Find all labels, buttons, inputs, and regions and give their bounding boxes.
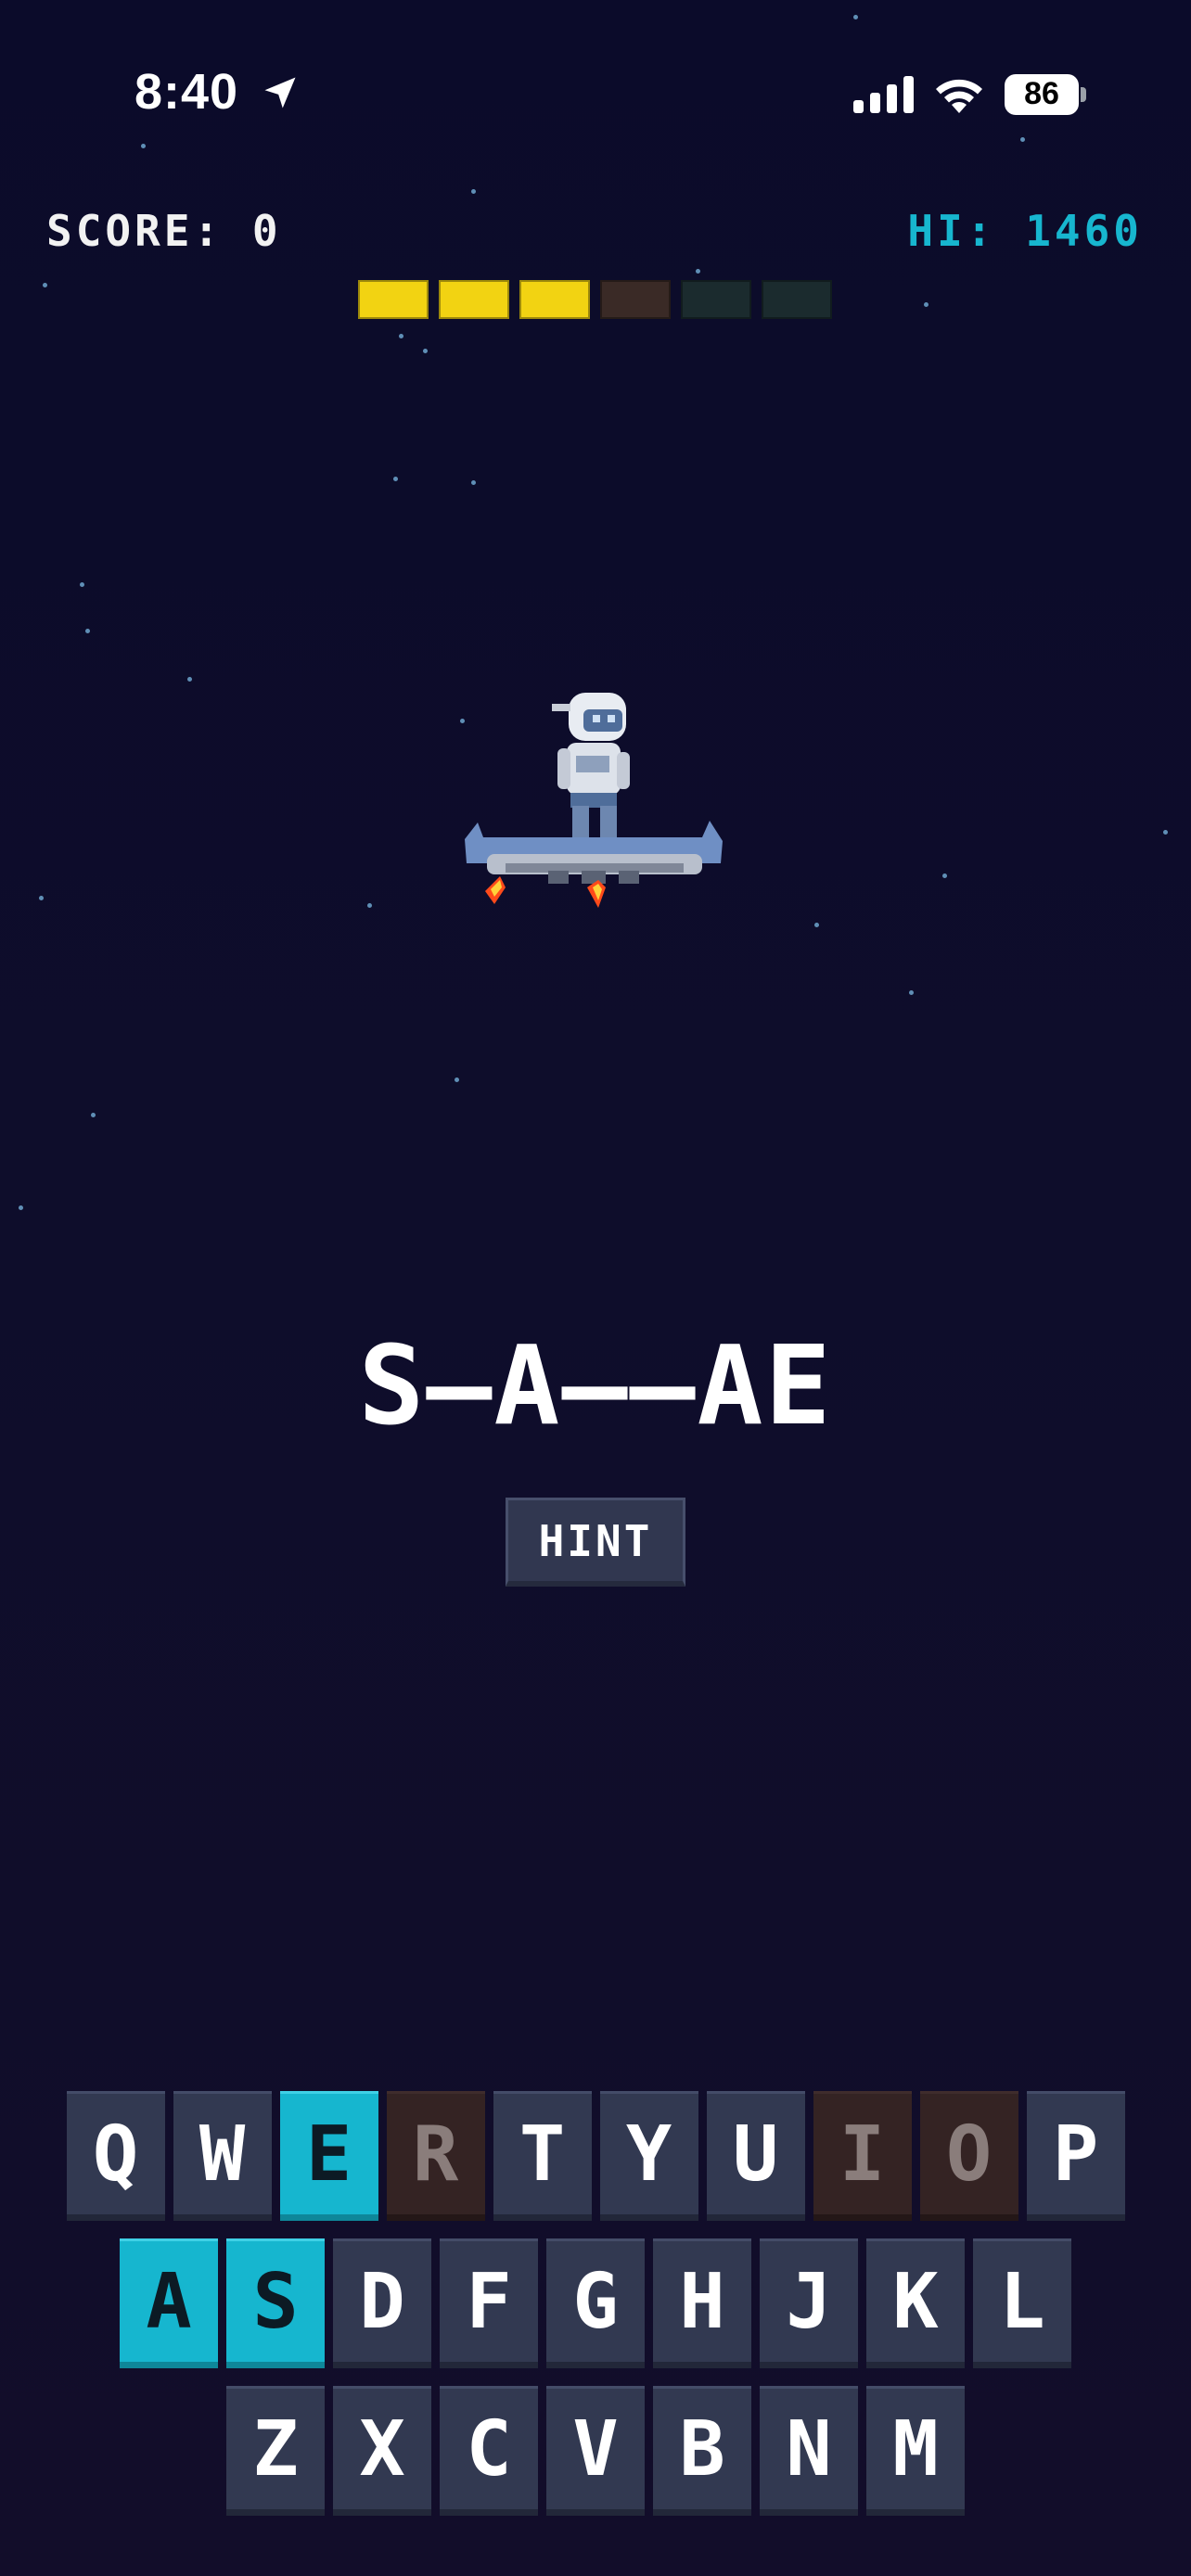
key-z[interactable]: Z: [226, 2386, 325, 2516]
star: [85, 629, 90, 633]
key-y[interactable]: Y: [599, 2091, 698, 2221]
location-arrow-icon: [264, 77, 296, 108]
astronaut-hoverboard-sprite: [465, 693, 723, 908]
key-c[interactable]: C: [440, 2386, 538, 2516]
hint-button[interactable]: HINT: [506, 1498, 685, 1587]
high-score-display: HI: 1460: [907, 206, 1143, 256]
key-x[interactable]: X: [333, 2386, 431, 2516]
key-v[interactable]: V: [546, 2386, 645, 2516]
life-segment: [519, 280, 590, 319]
star: [393, 477, 398, 481]
keyboard-row-2: ASDFGHJKL: [0, 2238, 1191, 2368]
life-segment: [681, 280, 751, 319]
high-score-value: 1460: [1025, 206, 1143, 256]
life-segment: [358, 280, 429, 319]
keyboard-row-3: ZXCVBNM: [0, 2386, 1191, 2516]
star: [399, 334, 403, 338]
key-g[interactable]: G: [546, 2238, 645, 2368]
key-i[interactable]: I: [813, 2091, 912, 2221]
battery-icon: 86: [1005, 74, 1086, 115]
battery-cap: [1081, 87, 1086, 102]
star: [909, 990, 914, 995]
key-n[interactable]: N: [760, 2386, 858, 2516]
star: [942, 874, 947, 878]
score-label: SCORE:: [46, 206, 224, 256]
key-b[interactable]: B: [653, 2386, 751, 2516]
cellular-signal-icon: [853, 76, 914, 113]
key-j[interactable]: J: [760, 2238, 858, 2368]
star: [696, 269, 700, 274]
lives-meter: [358, 280, 832, 319]
score-value: 0: [251, 206, 282, 256]
star: [814, 923, 819, 927]
star: [455, 1078, 459, 1082]
star: [80, 582, 84, 587]
key-a[interactable]: A: [120, 2238, 218, 2368]
star: [471, 189, 476, 194]
key-l[interactable]: L: [973, 2238, 1071, 2368]
key-k[interactable]: K: [866, 2238, 965, 2368]
key-u[interactable]: U: [706, 2091, 805, 2221]
status-time: 8:40: [134, 64, 239, 120]
battery-percent: 86: [1024, 76, 1059, 111]
key-t[interactable]: T: [493, 2091, 592, 2221]
key-w[interactable]: W: [173, 2091, 272, 2221]
star: [924, 302, 928, 307]
key-m[interactable]: M: [866, 2386, 965, 2516]
star: [91, 1113, 96, 1117]
star: [471, 480, 476, 485]
life-segment: [439, 280, 509, 319]
key-p[interactable]: P: [1026, 2091, 1125, 2221]
star: [1163, 830, 1168, 835]
key-r[interactable]: R: [386, 2091, 485, 2221]
key-d[interactable]: D: [333, 2238, 431, 2368]
life-segment: [600, 280, 671, 319]
star: [367, 903, 372, 908]
key-e[interactable]: E: [279, 2091, 378, 2221]
wifi-icon: [936, 79, 982, 113]
life-segment: [762, 280, 832, 319]
key-q[interactable]: Q: [66, 2091, 165, 2221]
key-f[interactable]: F: [440, 2238, 538, 2368]
star: [187, 677, 192, 682]
status-bar: 8:40 86: [0, 0, 1191, 185]
high-score-label: HI:: [907, 206, 996, 256]
key-h[interactable]: H: [653, 2238, 751, 2368]
score-display: SCORE: 0: [46, 206, 282, 256]
key-o[interactable]: O: [919, 2091, 1018, 2221]
star: [43, 283, 47, 287]
keyboard-row-1: QWERTYUIOP: [0, 2091, 1191, 2221]
star: [19, 1205, 23, 1210]
star: [423, 349, 428, 353]
word-display: S—A——AE: [358, 1321, 833, 1449]
star: [39, 896, 44, 900]
key-s[interactable]: S: [226, 2238, 325, 2368]
